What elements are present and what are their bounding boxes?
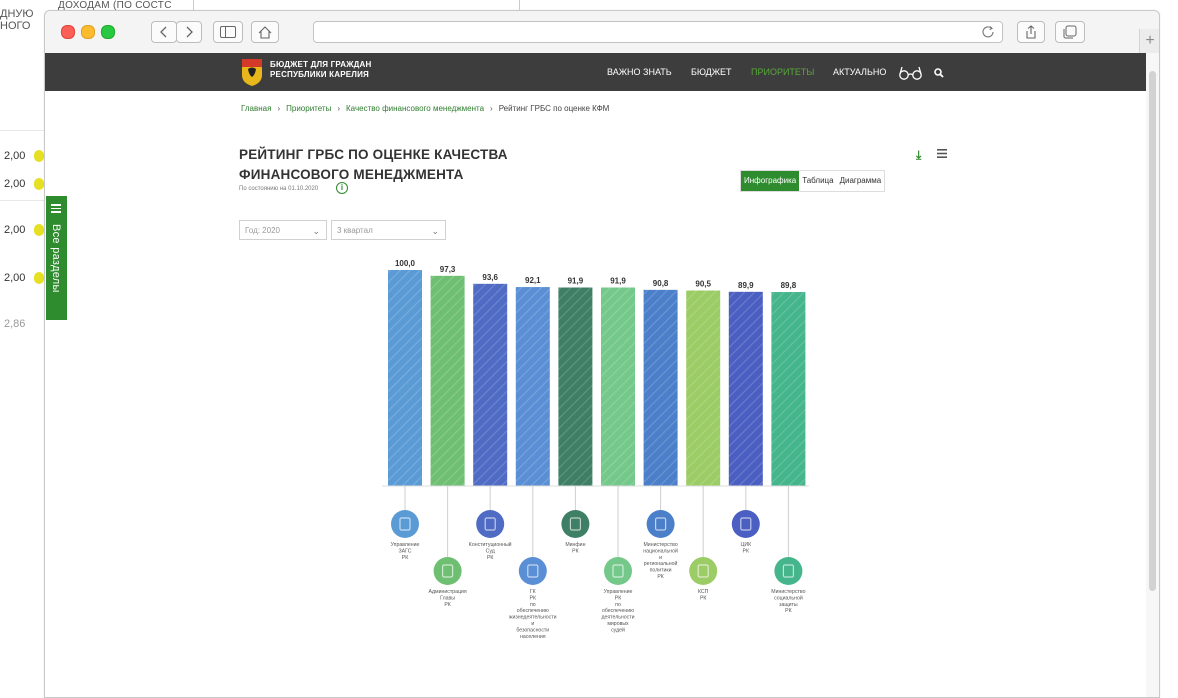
chart-org-icon xyxy=(604,557,632,585)
chart-category-label: ЗАГС xyxy=(399,548,412,554)
background-rule xyxy=(0,200,44,201)
background-caption-line: ДНУЮ xyxy=(0,8,34,20)
chart-category-label: КСП xyxy=(698,589,709,595)
background-caption-line: НОГО xyxy=(0,20,31,32)
chart-value-label: 89,8 xyxy=(781,281,797,290)
chart-org-icon xyxy=(646,510,675,538)
chart-bar-hatch xyxy=(771,292,806,486)
chart-category-label: судей xyxy=(611,626,625,633)
chart-category-label: РК xyxy=(700,595,706,601)
chart-category-label: РК xyxy=(487,555,493,561)
chart-org-icon xyxy=(561,510,590,538)
chart-category-label: Конституционный xyxy=(469,541,512,548)
chart-org-icon xyxy=(689,557,718,585)
chart-category-label: безопасности xyxy=(516,627,549,633)
background-left-caption: ДНУЮ НОГО xyxy=(0,8,34,32)
chart-category-label: политики xyxy=(650,568,672,574)
chart-value-label: 90,5 xyxy=(695,280,711,289)
chart-category-label: РК xyxy=(444,602,450,608)
chart-bar-hatch xyxy=(388,270,422,486)
chart-category-label: РК xyxy=(402,555,408,561)
background-value: 2,86 xyxy=(4,318,26,330)
chart-category-label: обеспечению xyxy=(602,608,634,614)
all-sections-tab[interactable]: Все разделы xyxy=(46,196,67,320)
chart-org-icon xyxy=(518,557,547,585)
chart-category-label: жизнедеятельности xyxy=(509,615,557,621)
chart-category-label: социальной xyxy=(774,594,803,601)
chart-markers: УправлениеЗАГСРКАдминистрацияГлавыРККонс… xyxy=(391,486,806,640)
background-marker xyxy=(34,178,44,190)
chart-org-icon xyxy=(433,557,462,585)
chart-value-label: 91,9 xyxy=(610,276,626,285)
background-value: 2,00 xyxy=(4,272,26,284)
chart-category-label: Минфин xyxy=(565,542,585,548)
chart-category-label: Управление xyxy=(391,542,420,548)
chart-category-label: деятельности xyxy=(601,615,634,621)
background-marker xyxy=(34,150,44,162)
chart-bar-hatch xyxy=(473,283,508,486)
background-marker xyxy=(34,272,44,284)
chart-category-label: Главы xyxy=(440,595,455,601)
chart-bar-hatch xyxy=(515,287,550,486)
chart-category-label: и xyxy=(531,621,534,627)
rating-chart: 100,0 97,3 93,6 92,1 91,9 91,9 90,8 90,5 89,9 89,… xyxy=(382,259,809,640)
chart-org-icon xyxy=(476,510,505,538)
chart-value-label: 97,3 xyxy=(440,265,456,274)
chart-bar-hatch xyxy=(728,291,763,486)
page-scrollbar-thumb[interactable] xyxy=(1149,71,1156,591)
chart-category-label: Управление xyxy=(604,589,633,595)
chart-category-label: населения xyxy=(520,634,546,640)
chart-category-label: РК xyxy=(743,548,749,554)
chart-category-label: РК xyxy=(572,548,578,554)
chart-category-label: региональной xyxy=(644,560,678,567)
chart-org-icon xyxy=(391,510,419,538)
chart-category-label: обеспечению xyxy=(517,608,549,614)
chart-bar-hatch xyxy=(430,275,465,486)
chart-category-label: Администрация xyxy=(429,589,467,595)
chart-category-label: и xyxy=(659,555,662,561)
chart-value-label: 93,6 xyxy=(482,273,498,282)
menu-icon xyxy=(51,204,61,215)
chart-category-label: РК xyxy=(657,574,663,580)
background-marker xyxy=(34,224,44,236)
background-value: 2,00 xyxy=(4,150,26,162)
chart-category-label: РК xyxy=(785,608,791,614)
chart-category-label: Суд xyxy=(486,548,495,554)
chart-bar-hatch xyxy=(558,287,593,486)
chart-category-label: ГК xyxy=(530,589,536,595)
chart-category-label: Министерство xyxy=(771,589,805,595)
chart-category-label: защиты xyxy=(779,602,798,608)
chart-value-label: 91,9 xyxy=(568,276,584,285)
chart-org-icon xyxy=(774,557,803,585)
chart-category-label: по xyxy=(615,602,621,608)
chart-category-label: Министерство xyxy=(643,542,677,548)
chart-category-label: национальной xyxy=(643,547,678,554)
chart-bar-hatch xyxy=(686,290,721,486)
chart-bars: 100,0 97,3 93,6 92,1 91,9 91,9 90,8 90,5 89,9 89,… xyxy=(388,259,806,486)
background-value: 2,00 xyxy=(4,178,26,190)
chart-value-label: 92,1 xyxy=(525,276,541,285)
chart-value-label: 90,8 xyxy=(653,279,669,288)
browser-window: + БЮДЖЕТ ДЛЯ ГРАЖДАН РЕСПУБЛИКИ КАРЕЛИЯ … xyxy=(44,10,1160,698)
background-rule xyxy=(0,130,44,131)
chart-category-label: мировых xyxy=(607,621,629,627)
chart-bar-hatch xyxy=(601,287,635,486)
chart-bar-hatch xyxy=(643,289,678,486)
chart-category-label: РК xyxy=(615,595,621,601)
chart-category-label: РК xyxy=(530,595,536,601)
chart-category-label: ЦИК xyxy=(741,542,752,548)
background-value: 2,00 xyxy=(4,224,26,236)
chart-org-icon xyxy=(731,510,760,538)
chart-value-label: 100,0 xyxy=(395,259,416,268)
all-sections-label: Все разделы xyxy=(50,224,62,293)
chart-category-label: по xyxy=(530,602,536,608)
chart-value-label: 89,9 xyxy=(738,281,754,290)
